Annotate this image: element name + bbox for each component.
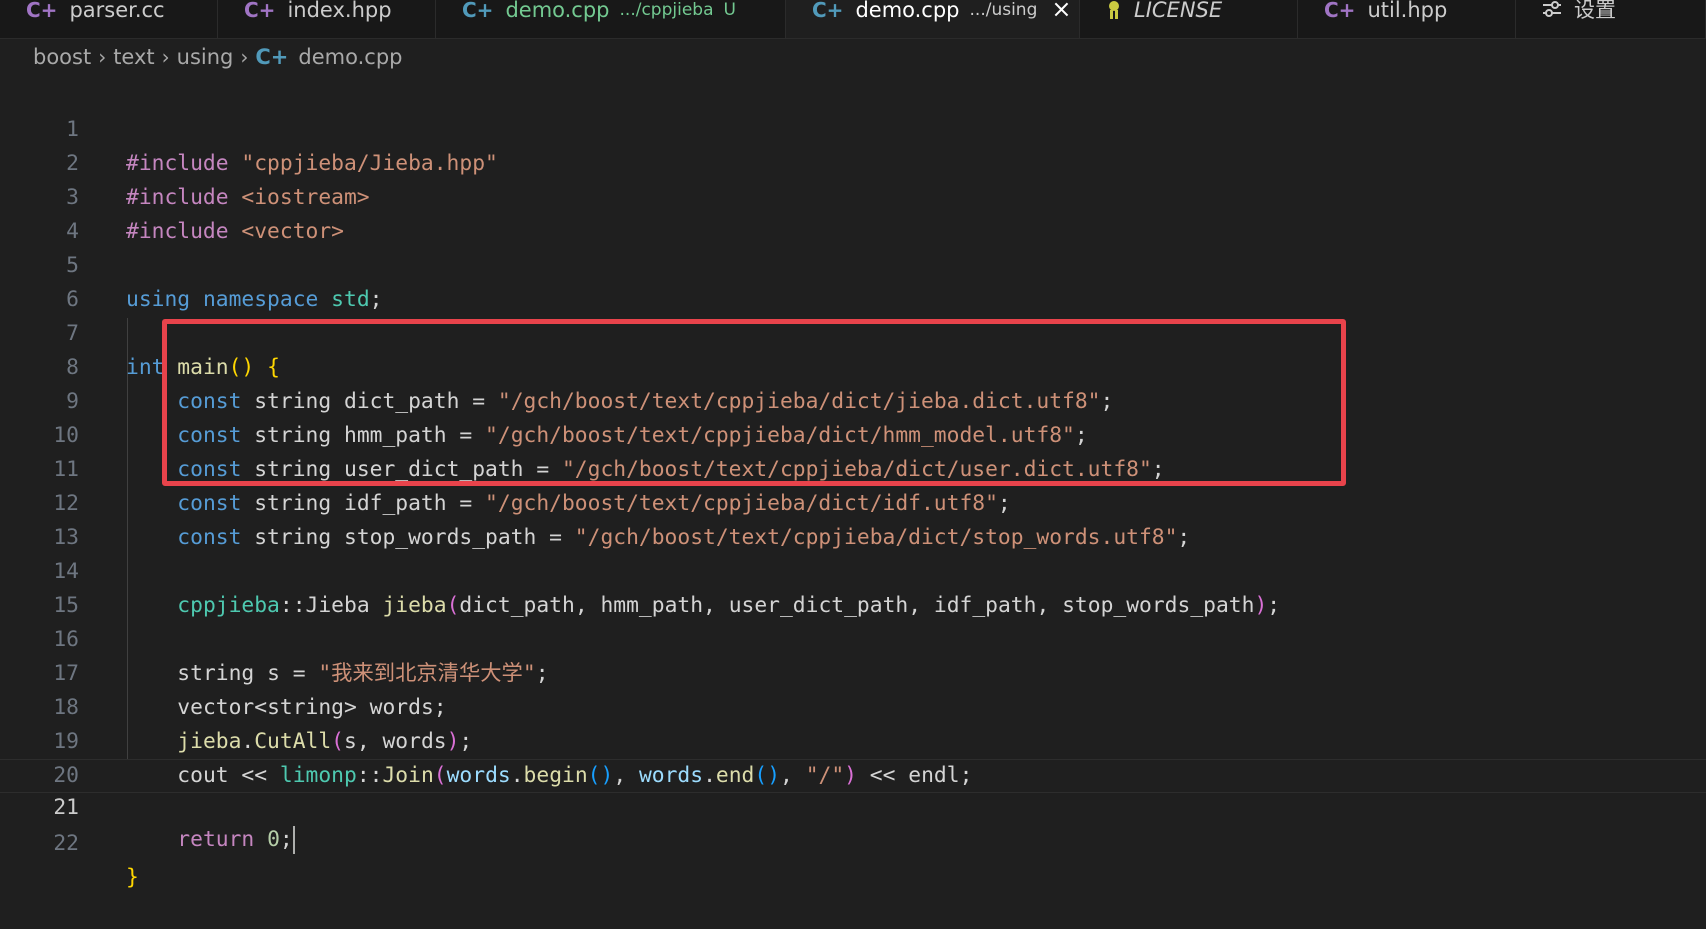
code-line[interactable]: 7 int main() { [0,283,1706,380]
tab-parser-cc[interactable]: C+ parser.cc [0,0,218,38]
breadcrumb-item[interactable]: text [113,45,154,69]
tab-label: index.hpp [287,0,392,22]
cpp-file-icon: C+ [462,0,494,22]
tab-settings[interactable]: 设置 [1516,0,1706,38]
code-line[interactable]: 4 [0,181,1706,244]
tab-label: LICENSE [1134,0,1223,22]
breadcrumb-item[interactable]: using [177,45,234,69]
line-code[interactable]: } [126,861,139,895]
chevron-right-icon: › [161,45,170,69]
annotation-highlight-box [162,319,1346,486]
breadcrumb-file[interactable]: demo.cpp [298,45,402,69]
tab-description: .../cppjieba [619,0,714,20]
tab-description: .../using [969,0,1038,20]
tab-label: 设置 [1574,0,1616,22]
tab-demo-cpp-cppjieba[interactable]: C+ demo.cpp .../cppjieba U [436,0,786,38]
tab-label: util.hpp [1367,0,1448,22]
code-line[interactable]: 14 cppjieba::Jieba jieba(dict_path, hmm_… [0,521,1706,618]
cpp-file-icon: C+ [244,0,276,22]
text-cursor [292,826,295,854]
code-line[interactable]: 3 #include <vector> [0,147,1706,244]
code-line[interactable]: 15 [0,555,1706,618]
tab-demo-cpp-using[interactable]: C+ demo.cpp .../using × [786,0,1080,38]
settings-icon [1542,0,1562,21]
code-line[interactable]: 20 [0,725,1706,788]
chevron-right-icon: › [98,45,107,69]
code-line[interactable]: 16 string s = "我来到北京清华大学"; [0,589,1706,686]
cpp-file-icon: C+ [1324,0,1356,22]
tab-license[interactable]: LICENSE [1080,0,1298,38]
code-line[interactable]: 17 vector<string> words; [0,623,1706,720]
license-icon [1106,0,1122,23]
code-editor[interactable]: 1 #include "cppjieba/Jieba.hpp" 2 #inclu… [0,79,1706,890]
tab-index-hpp[interactable]: C+ index.hpp [218,0,436,38]
code-line[interactable]: 2 #include <iostream> [0,113,1706,210]
code-line[interactable]: 1 #include "cppjieba/Jieba.hpp" [0,79,1706,176]
editor-tab-bar: C+ parser.cc C+ index.hpp C+ demo.cpp ..… [0,0,1706,39]
line-code[interactable]: return 0; [126,824,295,856]
cpp-file-icon: C+ [26,0,58,22]
code-line[interactable]: 5 using namespace std; [0,215,1706,312]
code-line[interactable]: 19 cout << limonp::Join(words.begin(), w… [0,691,1706,788]
code-line[interactable]: 13 [0,487,1706,550]
breadcrumb: boost › text › using › C+ demo.cpp [0,39,1706,75]
breadcrumb-item[interactable]: boost [33,45,91,69]
tab-label: demo.cpp [505,0,610,22]
code-line[interactable]: 18 jieba.CutAll(s, words); [0,657,1706,754]
cpp-file-icon: C+ [812,0,844,22]
code-line[interactable]: 6 [0,249,1706,312]
code-line-current[interactable]: 21 return 0; [0,759,1706,854]
line-number: 22 [53,831,79,856]
close-icon[interactable]: × [1051,0,1071,21]
chevron-right-icon: › [240,45,249,69]
cpp-file-icon: C+ [255,45,289,69]
git-untracked-badge: U [723,0,736,20]
tab-util-hpp[interactable]: C+ util.hpp [1298,0,1516,38]
tab-label: demo.cpp [855,0,960,22]
tab-label: parser.cc [69,0,165,22]
